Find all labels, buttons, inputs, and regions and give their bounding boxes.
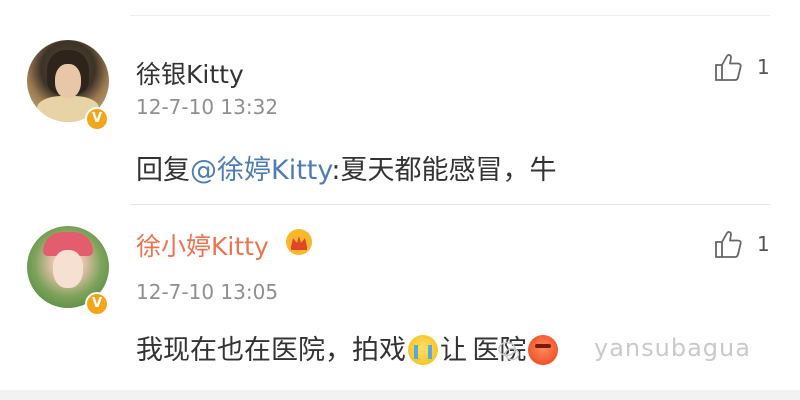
comment-text-part: 我现在也在医院，拍戏 <box>136 335 406 366</box>
comment-text: 我现在也在医院，拍戏让 医院 <box>136 328 560 367</box>
comment-item: V 徐小婷Kitty 12-7-10 13:05 我现在也在医院，拍戏让 医院 … <box>0 205 800 390</box>
username[interactable]: 徐小婷Kitty <box>136 227 269 263</box>
reply-prefix: 回复 <box>136 155 190 186</box>
comment-item: V 徐银Kitty 12-7-10 13:32 回复@徐婷Kitty:夏天都能感… <box>0 15 800 204</box>
like-count: 1 <box>757 55 770 79</box>
crying-emoji-icon <box>408 335 438 365</box>
like-button[interactable]: 1 <box>713 51 773 85</box>
timestamp: 12-7-10 13:05 <box>136 280 279 304</box>
like-button[interactable]: 1 <box>713 228 773 262</box>
comment-text-part: 让 <box>440 335 467 366</box>
watermark-text: yansubagua <box>594 334 751 362</box>
wechat-watermark-icon <box>498 341 520 361</box>
like-count: 1 <box>757 232 770 256</box>
verified-badge-icon: V <box>85 292 109 316</box>
comment-text-content: :夏天都能感冒，牛 <box>331 155 557 186</box>
crown-vip-icon <box>286 229 312 255</box>
timestamp: 12-7-10 13:32 <box>136 95 279 119</box>
thumbs-up-icon <box>715 54 742 81</box>
username[interactable]: 徐银Kitty <box>136 55 244 91</box>
bottom-bar <box>0 390 800 400</box>
thumbs-up-icon <box>715 231 742 258</box>
mention-link[interactable]: @徐婷Kitty <box>190 155 331 186</box>
comment-text: 回复@徐婷Kitty:夏天都能感冒，牛 <box>136 148 557 187</box>
angry-emoji-icon <box>528 335 559 365</box>
verified-badge-icon: V <box>85 107 109 131</box>
